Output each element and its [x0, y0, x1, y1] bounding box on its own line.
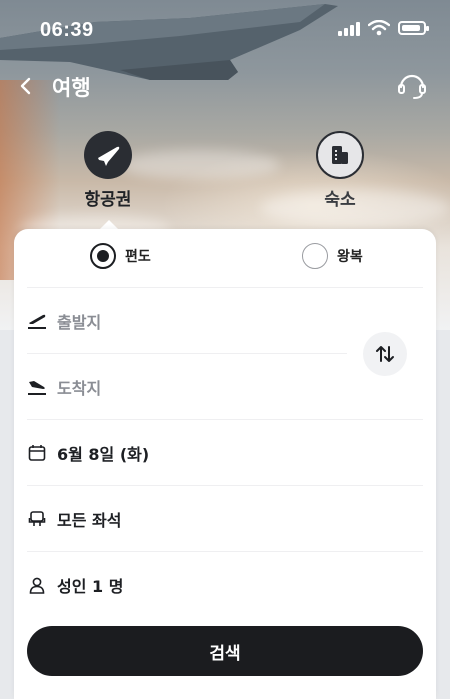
status-icons: [338, 20, 429, 36]
back-button[interactable]: [14, 72, 38, 100]
clock-time: 06:39: [40, 19, 94, 41]
landing-icon: [27, 377, 47, 397]
person-icon: [27, 575, 47, 595]
search-button[interactable]: 검색: [27, 626, 423, 676]
status-bar: 06:39: [0, 0, 450, 60]
swap-arrows-icon: [376, 346, 394, 362]
one-way-label: 편도: [125, 249, 151, 265]
cellular-signal-icon: [338, 20, 360, 36]
divider: [27, 353, 347, 354]
divider: [27, 419, 423, 420]
one-way-radio[interactable]: 편도: [90, 243, 151, 269]
radio-selected-icon: [90, 243, 116, 269]
round-trip-label: 왕복: [337, 249, 363, 265]
flight-search-card: 편도 왕복 출발지 도착지 6월 8일 (화) 모든 좌석 성인 1 명 검색: [14, 229, 436, 699]
date-value: 6월 8일 (화): [57, 445, 150, 464]
takeoff-icon: [27, 311, 47, 331]
page-title: 여행: [52, 76, 91, 100]
divider: [27, 485, 423, 486]
seat-class-field[interactable]: 모든 좌석: [27, 499, 387, 539]
seat-class-value: 모든 좌석: [57, 511, 122, 530]
divider: [27, 551, 423, 552]
customer-support-button[interactable]: [396, 70, 428, 102]
tab-flights[interactable]: 항공권: [58, 131, 158, 210]
airplane-icon: [84, 131, 132, 179]
radio-unselected-icon: [302, 243, 328, 269]
departure-field[interactable]: 출발지: [27, 301, 387, 341]
divider: [27, 287, 423, 288]
date-field[interactable]: 6월 8일 (화): [27, 433, 387, 473]
top-nav: 여행: [0, 66, 450, 106]
chevron-left-icon: [20, 77, 31, 95]
trip-type-selector: 편도 왕복: [14, 229, 436, 287]
tab-accommodation-label: 숙소: [324, 190, 356, 210]
swap-locations-button[interactable]: [363, 332, 407, 376]
tab-flights-label: 항공권: [84, 190, 132, 210]
round-trip-radio[interactable]: 왕복: [302, 243, 363, 269]
arrival-field[interactable]: 도착지: [27, 367, 387, 407]
arrival-placeholder: 도착지: [57, 379, 102, 398]
wifi-icon: [368, 20, 390, 36]
passengers-field[interactable]: 성인 1 명: [27, 565, 387, 605]
passengers-value: 성인 1 명: [57, 577, 124, 596]
battery-icon: [398, 21, 429, 35]
tab-accommodation[interactable]: 숙소: [290, 131, 390, 210]
calendar-icon: [27, 443, 47, 463]
seat-icon: [27, 509, 47, 529]
departure-placeholder: 출발지: [57, 313, 102, 332]
headset-icon: [398, 74, 426, 99]
building-icon: [316, 131, 364, 179]
